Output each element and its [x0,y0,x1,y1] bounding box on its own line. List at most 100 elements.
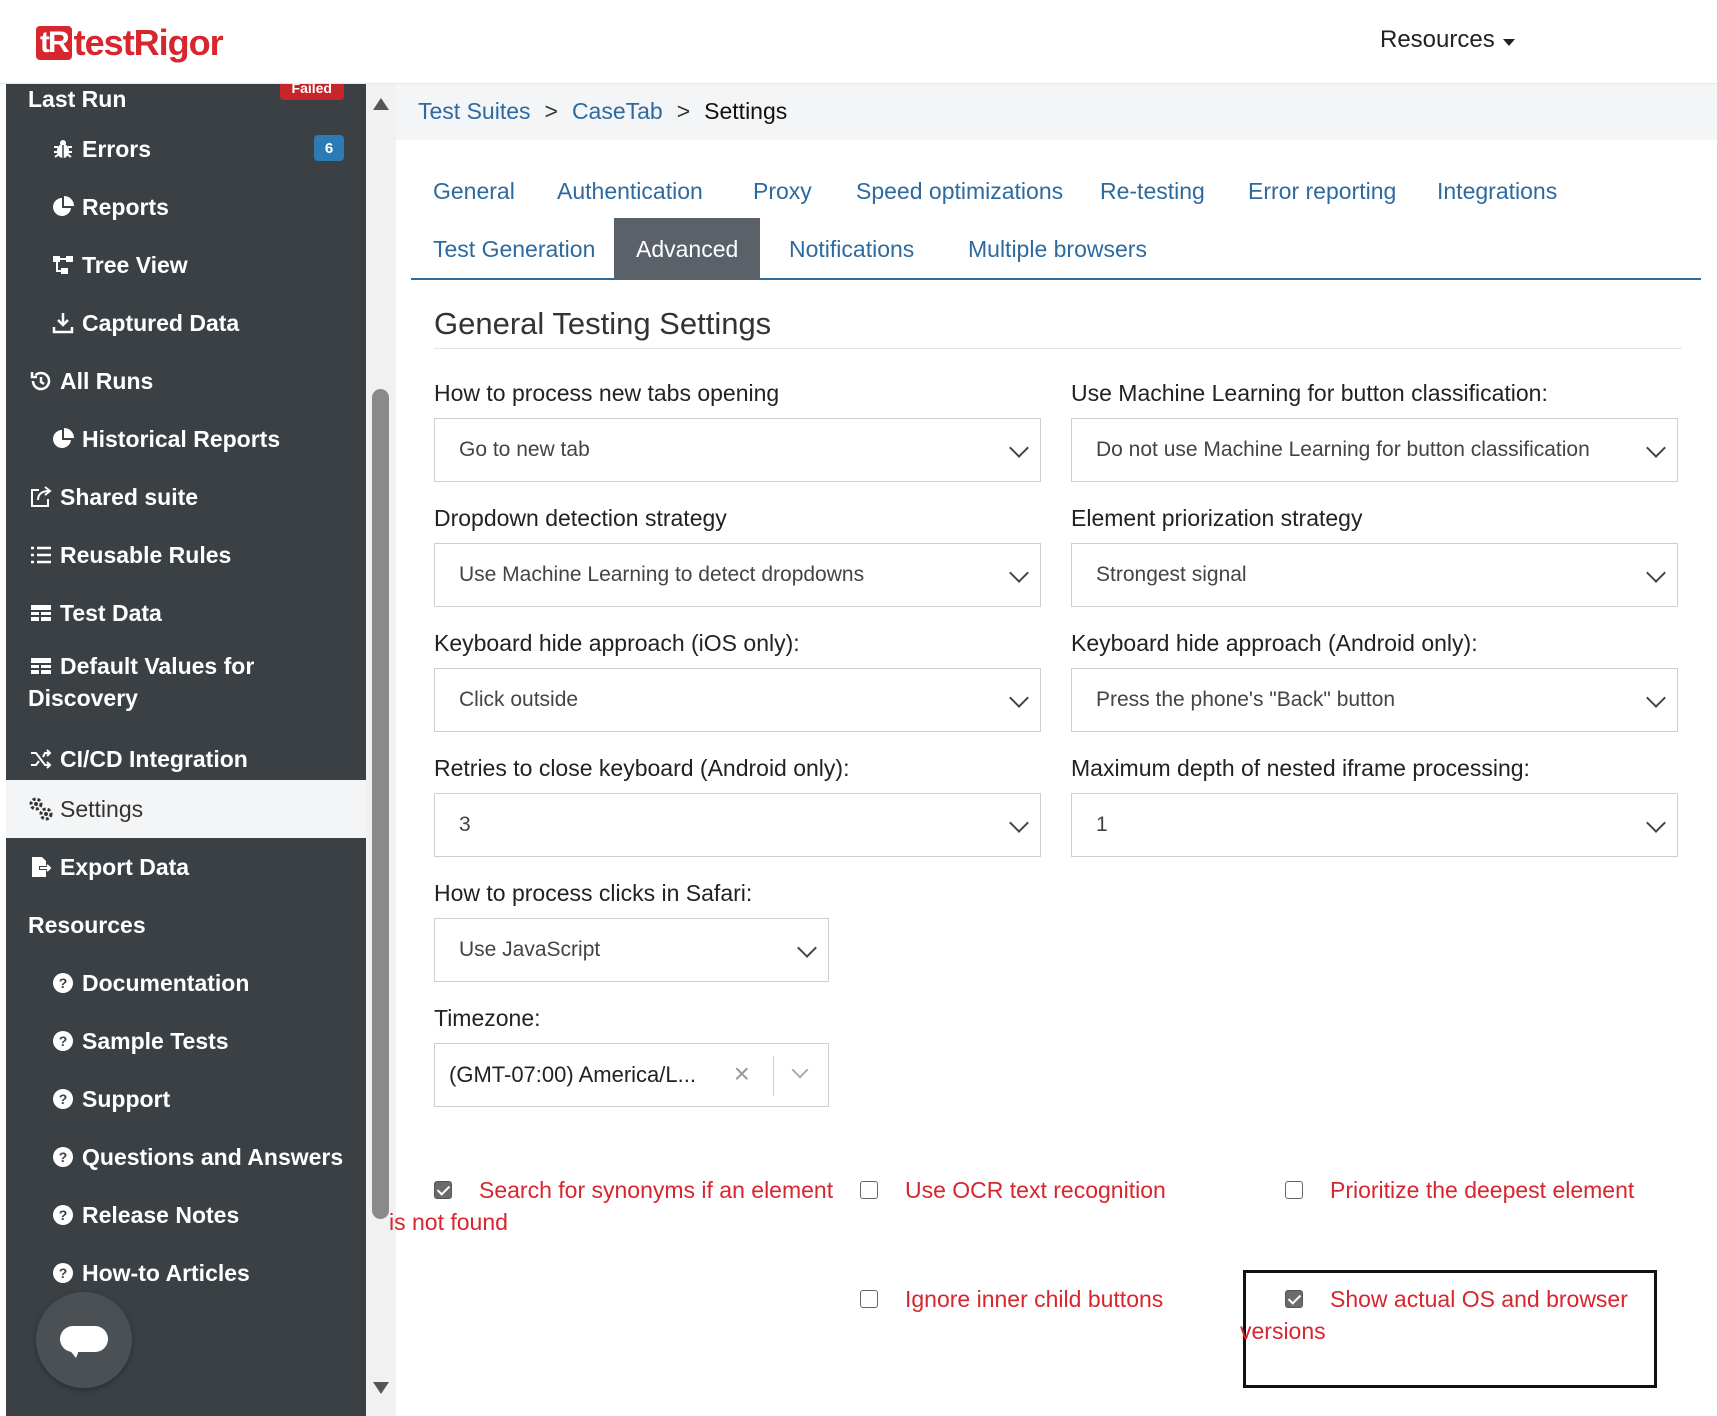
sidebar-item-historical-reports[interactable]: Historical Reports [6,410,366,468]
ocr-label[interactable]: Use OCR text recognition [905,1174,1166,1206]
breadcrumb: Test Suites > CaseTab > Settings [418,98,787,125]
sidebar-item-reports[interactable]: Reports [6,178,366,236]
tab-authentication[interactable]: Authentication [535,160,725,222]
share-icon [28,484,54,510]
ocr-checkbox[interactable] [860,1181,878,1199]
sidebar-item-label: Sample Tests [82,1027,229,1054]
tab-general[interactable]: General [411,160,537,222]
svg-text:?: ? [59,1265,68,1281]
sidebar-item-howto-articles[interactable]: ? How-to Articles [6,1244,366,1302]
ignore-inner-checkbox[interactable] [860,1290,878,1308]
sidebar-item-support[interactable]: ? Support [6,1070,366,1128]
tab-test-generation[interactable]: Test Generation [411,218,617,280]
sidebar-item-label: Questions and Answers [82,1143,344,1170]
svg-text:?: ? [59,1207,68,1223]
deepest-element-label[interactable]: Prioritize the deepest element [1330,1174,1634,1206]
sidebar-item-label: How-to Articles [82,1259,250,1286]
iframe-depth-select[interactable]: 1 [1071,793,1678,857]
sidebar-item-reusable-rules[interactable]: Reusable Rules [6,526,366,584]
sidebar-item-sample-tests[interactable]: ? Sample Tests [6,1012,366,1070]
breadcrumb-suite[interactable]: CaseTab [572,98,663,125]
keyboard-ios-select[interactable]: Click outside [434,668,1041,732]
synonyms-label[interactable]: Search for synonyms if an element is not… [389,1174,834,1238]
safari-clicks-select[interactable]: Use JavaScript [434,918,829,982]
show-os-label[interactable]: Show actual OS and browser versions [1240,1283,1645,1347]
tree-icon [50,252,76,278]
sidebar-item-tree-view[interactable]: Tree View [6,236,366,294]
download-icon [50,310,76,336]
question-circle-icon: ? [50,1028,76,1054]
tab-proxy[interactable]: Proxy [731,160,834,222]
sidebar-item-label: Default Values for [60,653,255,679]
sidebar: Last Run Failed Errors 6 Reports Tree Vi… [6,84,366,1416]
sidebar-item-resources[interactable]: Resources [6,896,366,954]
scroll-up-arrow-icon[interactable] [373,98,389,110]
history-icon [28,368,54,394]
tab-error-reporting[interactable]: Error reporting [1226,160,1418,222]
keyboard-ios-value: Click outside [459,688,579,711]
settings-tabs: General Authentication Proxy Speed optim… [411,160,1701,280]
sidebar-item-all-runs[interactable]: All Runs [6,352,366,410]
tab-multiple-browsers[interactable]: Multiple browsers [946,218,1169,280]
breadcrumb-test-suites[interactable]: Test Suites [418,98,531,125]
chevron-down-icon [1646,813,1666,833]
ml-button-select[interactable]: Do not use Machine Learning for button c… [1071,418,1678,482]
timezone-value: (GMT-07:00) America/L... [449,1062,696,1087]
svg-text:?: ? [59,1033,68,1049]
sidebar-item-shared-suite[interactable]: Shared suite [6,468,366,526]
sidebar-item-label: Tree View [82,251,188,278]
breadcrumb-bar: Test Suites > CaseTab > Settings [396,84,1717,140]
bug-icon [50,136,76,162]
keyboard-android-select[interactable]: Press the phone's "Back" button [1071,668,1678,732]
ignore-inner-label[interactable]: Ignore inner child buttons [905,1283,1163,1315]
retries-select[interactable]: 3 [434,793,1041,857]
keyboard-ios-label: Keyboard hide approach (iOS only): [434,630,800,656]
resources-label: Resources [1380,26,1495,53]
tab-integrations[interactable]: Integrations [1415,160,1579,222]
sidebar-item-documentation[interactable]: ? Documentation [6,954,366,1012]
tab-re-testing[interactable]: Re-testing [1078,160,1227,222]
sidebar-item-label: Release Notes [82,1201,240,1228]
sidebar-item-questions-answers[interactable]: ? Questions and Answers [6,1128,366,1186]
deepest-element-checkbox[interactable] [1285,1181,1303,1199]
dropdown-strategy-select[interactable]: Use Machine Learning to detect dropdowns [434,543,1041,607]
tab-speed-optimizations[interactable]: Speed optimizations [834,160,1085,222]
sidebar-item-errors[interactable]: Errors 6 [6,120,366,178]
sidebar-item-label: Last Run [28,85,127,112]
scrollbar-thumb[interactable] [372,389,389,1219]
sidebar-item-export-data[interactable]: Export Data [6,838,366,896]
breadcrumb-separator: > [544,98,558,124]
synonyms-label-line1: Search for synonyms if an element [479,1177,834,1203]
chat-widget-button[interactable] [36,1292,132,1388]
resources-dropdown[interactable]: Resources [1380,26,1515,54]
top-header: tR testRigor Resources [0,0,1717,84]
svg-text:?: ? [59,1091,68,1107]
tab-advanced[interactable]: Advanced [614,218,761,280]
sidebar-item-label: Documentation [82,969,250,996]
sidebar-item-label: Settings [60,795,144,822]
sidebar-item-label: Reusable Rules [60,541,232,568]
new-tabs-value: Go to new tab [459,438,590,461]
sidebar-item-label: Captured Data [82,309,240,336]
sidebar-item-settings[interactable]: Settings [6,780,366,838]
iframe-depth-label: Maximum depth of nested iframe processin… [1071,755,1530,781]
timezone-select[interactable]: (GMT-07:00) America/L... × [434,1043,829,1107]
element-strategy-select[interactable]: Strongest signal [1071,543,1678,607]
testrigor-logo[interactable]: tR testRigor [36,22,224,64]
new-tabs-select[interactable]: Go to new tab [434,418,1041,482]
tab-notifications[interactable]: Notifications [767,218,936,280]
synonyms-label-line2: is not found [389,1209,508,1235]
sidebar-item-label: Test Data [60,599,162,626]
list-icon [28,542,54,568]
scroll-down-arrow-icon[interactable] [373,1382,389,1394]
select-divider [773,1056,774,1096]
sidebar-item-release-notes[interactable]: ? Release Notes [6,1186,366,1244]
sidebar-item-captured-data[interactable]: Captured Data [6,294,366,352]
section-title: General Testing Settings [434,306,772,341]
clear-icon[interactable]: × [734,1058,750,1090]
sidebar-item-default-values[interactable]: Default Values for Discovery [6,642,366,722]
chevron-down-icon [797,938,817,958]
sidebar-item-test-data[interactable]: Test Data [6,584,366,642]
question-circle-icon: ? [50,1144,76,1170]
chevron-down-icon[interactable] [791,1061,809,1079]
